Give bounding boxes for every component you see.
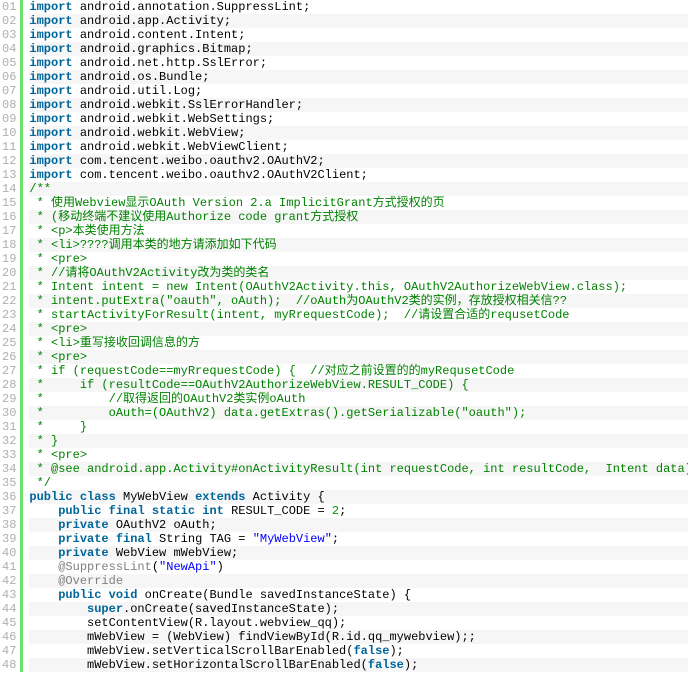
code-line: public class MyWebView extends Activity … <box>29 490 688 504</box>
code-line: @Override <box>29 574 688 588</box>
line-number: 46 <box>2 630 16 644</box>
line-number: 45 <box>2 616 16 630</box>
line-number: 20 <box>2 266 16 280</box>
line-number: 19 <box>2 252 16 266</box>
line-number: 03 <box>2 28 16 42</box>
line-number: 02 <box>2 14 16 28</box>
line-number: 18 <box>2 238 16 252</box>
code-line: @SuppressLint("NewApi") <box>29 560 688 574</box>
code-line: import com.tencent.weibo.oauthv2.OAuthV2… <box>29 168 688 182</box>
line-number: 14 <box>2 182 16 196</box>
line-number: 16 <box>2 210 16 224</box>
line-number: 12 <box>2 154 16 168</box>
line-number: 33 <box>2 448 16 462</box>
code-line: * startActivityForResult(intent, myRrequ… <box>29 308 688 322</box>
code-line: * (移动终端不建议使用Authorize code grant方式授权 <box>29 210 688 224</box>
code-line: * <p>本类使用方法 <box>29 224 688 238</box>
code-line: * if (resultCode==OAuthV2AuthorizeWebVie… <box>29 378 688 392</box>
code-line: import android.util.Log; <box>29 84 688 98</box>
line-number: 24 <box>2 322 16 336</box>
line-number: 44 <box>2 602 16 616</box>
line-number: 37 <box>2 504 16 518</box>
code-line: import android.annotation.SuppressLint; <box>29 0 688 14</box>
line-number: 28 <box>2 378 16 392</box>
code-line: import android.webkit.WebView; <box>29 126 688 140</box>
code-line: private WebView mWebView; <box>29 546 688 560</box>
code-content: import android.annotation.SuppressLint;i… <box>23 0 688 672</box>
code-line: import android.app.Activity; <box>29 14 688 28</box>
code-line: import android.webkit.WebViewClient; <box>29 140 688 154</box>
code-line: * } <box>29 434 688 448</box>
code-line: super.onCreate(savedInstanceState); <box>29 602 688 616</box>
line-number: 34 <box>2 462 16 476</box>
line-number: 09 <box>2 112 16 126</box>
code-line: private OAuthV2 oAuth; <box>29 518 688 532</box>
line-number: 31 <box>2 420 16 434</box>
line-number: 48 <box>2 658 16 672</box>
code-line: mWebView.setVerticalScrollBarEnabled(fal… <box>29 644 688 658</box>
code-line: */ <box>29 476 688 490</box>
line-number: 22 <box>2 294 16 308</box>
line-number: 26 <box>2 350 16 364</box>
line-number: 32 <box>2 434 16 448</box>
line-number: 21 <box>2 280 16 294</box>
code-line: public void onCreate(Bundle savedInstanc… <box>29 588 688 602</box>
code-line: mWebView = (WebView) findViewById(R.id.q… <box>29 630 688 644</box>
code-line: import android.graphics.Bitmap; <box>29 42 688 56</box>
code-line: * intent.putExtra("oauth", oAuth); //oAu… <box>29 294 688 308</box>
line-number: 07 <box>2 84 16 98</box>
code-line: import android.net.http.SslError; <box>29 56 688 70</box>
line-number-gutter: 0102030405060708091011121314151617181920… <box>0 0 23 672</box>
line-number: 10 <box>2 126 16 140</box>
line-number: 11 <box>2 140 16 154</box>
code-line: private final String TAG = "MyWebView"; <box>29 532 688 546</box>
line-number: 43 <box>2 588 16 602</box>
line-number: 17 <box>2 224 16 238</box>
code-line: setContentView(R.layout.webview_qq); <box>29 616 688 630</box>
code-line: * } <box>29 420 688 434</box>
code-line: mWebView.setHorizontalScrollBarEnabled(f… <box>29 658 688 672</box>
code-line: * if (requestCode==myRrequestCode) { //对… <box>29 364 688 378</box>
code-line: * oAuth=(OAuthV2) data.getExtras().getSe… <box>29 406 688 420</box>
code-block: 0102030405060708091011121314151617181920… <box>0 0 688 672</box>
line-number: 27 <box>2 364 16 378</box>
code-line: import android.webkit.WebSettings; <box>29 112 688 126</box>
code-line: * <pre> <box>29 322 688 336</box>
line-number: 40 <box>2 546 16 560</box>
code-line: * //取得返回的OAuthV2类实例oAuth <box>29 392 688 406</box>
line-number: 06 <box>2 70 16 84</box>
line-number: 29 <box>2 392 16 406</box>
code-line: * //请将OAuthV2Activity改为类的类名 <box>29 266 688 280</box>
line-number: 38 <box>2 518 16 532</box>
code-line: * @see android.app.Activity#onActivityRe… <box>29 462 688 476</box>
code-line: * <pre> <box>29 350 688 364</box>
line-number: 01 <box>2 0 16 14</box>
line-number: 35 <box>2 476 16 490</box>
line-number: 47 <box>2 644 16 658</box>
code-line: /** <box>29 182 688 196</box>
code-line: * 使用Webview显示OAuth Version 2.a ImplicitG… <box>29 196 688 210</box>
line-number: 23 <box>2 308 16 322</box>
code-line: * <pre> <box>29 252 688 266</box>
code-line: import com.tencent.weibo.oauthv2.OAuthV2… <box>29 154 688 168</box>
code-line: import android.webkit.SslErrorHandler; <box>29 98 688 112</box>
line-number: 42 <box>2 574 16 588</box>
code-line: * <pre> <box>29 448 688 462</box>
line-number: 15 <box>2 196 16 210</box>
code-line: public final static int RESULT_CODE = 2; <box>29 504 688 518</box>
line-number: 36 <box>2 490 16 504</box>
line-number: 41 <box>2 560 16 574</box>
line-number: 13 <box>2 168 16 182</box>
code-line: * <li>????调用本类的地方请添加如下代码 <box>29 238 688 252</box>
code-line: * <li>重写接收回调信息的方 <box>29 336 688 350</box>
line-number: 08 <box>2 98 16 112</box>
line-number: 39 <box>2 532 16 546</box>
line-number: 04 <box>2 42 16 56</box>
code-line: import android.content.Intent; <box>29 28 688 42</box>
code-line: * Intent intent = new Intent(OAuthV2Acti… <box>29 280 688 294</box>
line-number: 30 <box>2 406 16 420</box>
line-number: 25 <box>2 336 16 350</box>
code-line: import android.os.Bundle; <box>29 70 688 84</box>
line-number: 05 <box>2 56 16 70</box>
